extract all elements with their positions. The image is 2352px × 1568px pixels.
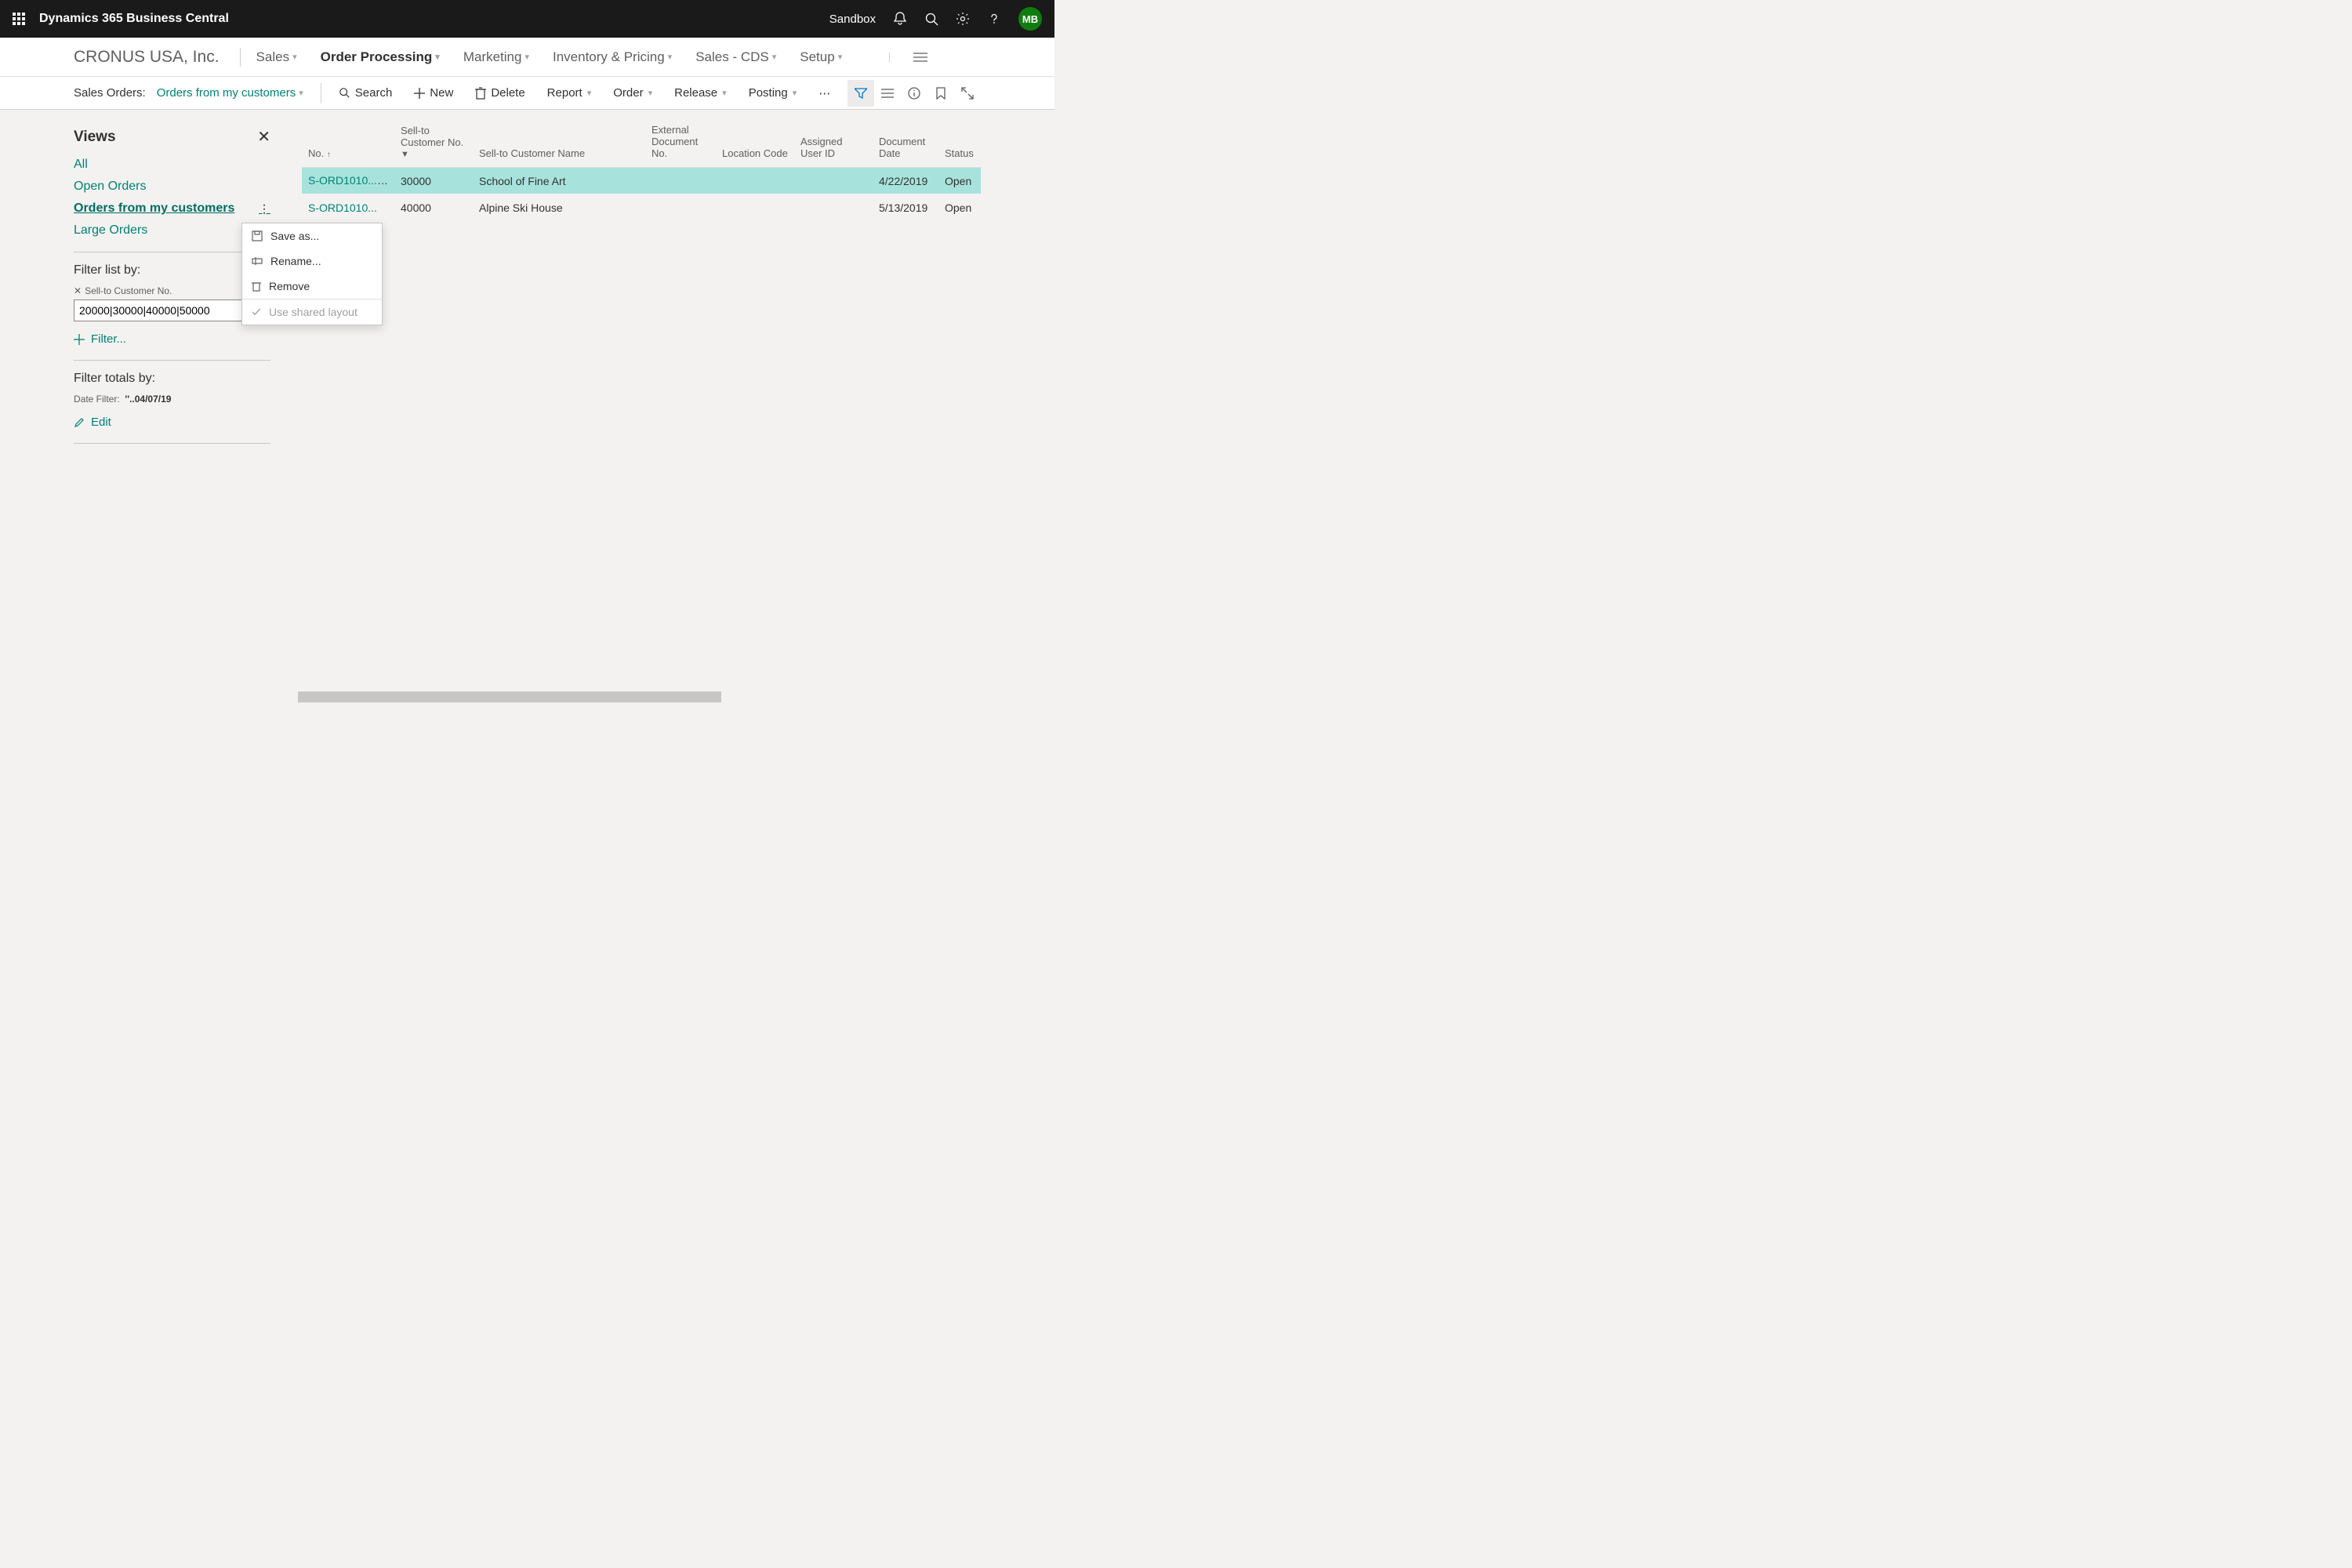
col-status[interactable]: Status — [938, 147, 981, 159]
remove-filter-icon[interactable]: ✕ — [74, 285, 82, 296]
filter-pane-toggle[interactable] — [848, 80, 874, 107]
product-title: Dynamics 365 Business Central — [39, 12, 229, 26]
plus-icon — [74, 334, 85, 345]
search-action[interactable]: Search — [339, 86, 393, 100]
report-menu[interactable]: Report▾ — [547, 86, 592, 100]
ctx-rename[interactable]: Rename... — [242, 249, 382, 274]
search-icon[interactable] — [924, 12, 938, 26]
nav-tabs: Sales▾ Order Processing▾ Marketing▾ Inve… — [256, 49, 928, 65]
trash-icon — [475, 87, 486, 100]
cell-date: 4/22/2019 — [873, 175, 938, 187]
filter-totalsby-heading: Filter totals by: — [74, 372, 270, 386]
table-row[interactable]: S-ORD1010... ⋮ 30000 School of Fine Art … — [302, 168, 981, 194]
view-open-orders[interactable]: Open Orders — [74, 180, 270, 194]
search-icon — [339, 87, 350, 99]
app-launcher-icon[interactable] — [13, 13, 25, 25]
grid-header: No. ↑ Sell-to Customer No.▼ Sell-to Cust… — [302, 119, 981, 168]
nav-tab-sales[interactable]: Sales▾ — [256, 49, 297, 65]
nav-tab-order-processing[interactable]: Order Processing▾ — [321, 49, 440, 65]
navbar: CRONUS USA, Inc. Sales▾ Order Processing… — [0, 38, 1054, 77]
ellipsis-icon: ⋯ — [818, 86, 830, 100]
sort-asc-icon: ↑ — [327, 151, 331, 159]
notification-icon[interactable] — [893, 12, 907, 26]
horizontal-scrollbar[interactable] — [298, 691, 721, 702]
views-heading: Views — [74, 129, 116, 146]
view-context-menu: Save as... Rename... Remove Use shared l… — [241, 223, 383, 325]
chevron-down-icon: ▾ — [772, 52, 777, 62]
more-actions[interactable]: ⋯ — [818, 86, 830, 100]
cell-cust: 40000 — [394, 201, 473, 214]
ctx-remove[interactable]: Remove — [242, 274, 382, 299]
toolbar: Sales Orders: Orders from my customers ▾… — [0, 77, 1054, 110]
filter-icon: ▼ — [401, 150, 466, 159]
delete-button[interactable]: Delete — [475, 86, 524, 100]
chevron-down-icon: ▾ — [648, 88, 653, 98]
nav-more-icon[interactable] — [889, 53, 927, 62]
new-button[interactable]: New — [414, 86, 453, 100]
save-icon — [252, 230, 263, 241]
cell-name: Alpine Ski House — [473, 201, 645, 214]
page-title: Sales Orders: — [74, 86, 146, 100]
view-all[interactable]: All — [74, 158, 270, 172]
cell-date: 5/13/2019 — [873, 201, 938, 214]
chevron-down-icon: ▾ — [299, 88, 303, 98]
info-icon[interactable] — [901, 80, 927, 107]
settings-icon[interactable] — [956, 12, 970, 26]
topbar: Dynamics 365 Business Central Sandbox MB — [0, 0, 1054, 38]
chevron-down-icon: ▾ — [722, 88, 727, 98]
col-sellto-name[interactable]: Sell-to Customer Name — [473, 147, 645, 159]
order-menu[interactable]: Order▾ — [613, 86, 652, 100]
company-name[interactable]: CRONUS USA, Inc. — [74, 48, 241, 67]
col-doc-date[interactable]: Document Date — [873, 136, 938, 159]
ctx-save-as[interactable]: Save as... — [242, 223, 382, 249]
chevron-down-icon: ▾ — [838, 52, 843, 62]
release-menu[interactable]: Release▾ — [674, 86, 727, 100]
chevron-down-icon: ▾ — [524, 52, 529, 62]
check-icon — [252, 308, 261, 316]
view-select[interactable]: Orders from my customers ▾ — [157, 86, 303, 100]
data-grid: No. ↑ Sell-to Customer No.▼ Sell-to Cust… — [302, 119, 981, 455]
chevron-down-icon: ▾ — [793, 88, 797, 98]
bookmark-icon[interactable] — [927, 80, 954, 107]
chevron-down-icon: ▾ — [435, 52, 440, 62]
help-icon[interactable] — [987, 12, 1001, 26]
filter-value-input[interactable] — [74, 299, 267, 321]
nav-tab-inventory[interactable]: Inventory & Pricing▾ — [553, 49, 672, 65]
cell-name: School of Fine Art — [473, 175, 645, 187]
pencil-icon — [74, 417, 85, 428]
order-no-link[interactable]: S-ORD1010... — [308, 201, 377, 214]
nav-tab-marketing[interactable]: Marketing▾ — [463, 49, 529, 65]
col-external-doc[interactable]: External Document No. — [645, 124, 716, 159]
cell-cust: 30000 — [394, 175, 473, 187]
col-assigned-user[interactable]: Assigned User ID — [794, 136, 873, 159]
posting-menu[interactable]: Posting▾ — [749, 86, 797, 100]
add-filter-button[interactable]: Filter... — [74, 332, 270, 346]
cell-status: Open — [938, 175, 981, 187]
ctx-shared-layout: Use shared layout — [242, 299, 382, 325]
edit-totals-button[interactable]: Edit — [74, 416, 270, 429]
nav-tab-sales-cds[interactable]: Sales - CDS▾ — [695, 49, 776, 65]
nav-tab-setup[interactable]: Setup▾ — [800, 49, 842, 65]
date-filter-display: Date Filter: ''..04/07/19 — [74, 394, 270, 405]
plus-icon — [414, 88, 425, 99]
table-row[interactable]: S-ORD1010... 40000 Alpine Ski House 5/13… — [302, 194, 981, 221]
cell-status: Open — [938, 201, 981, 214]
col-sellto-cust[interactable]: Sell-to Customer No.▼ — [394, 125, 473, 159]
chevron-down-icon: ▾ — [587, 88, 592, 98]
order-no-link[interactable]: S-ORD1010... — [308, 174, 388, 187]
rename-icon — [252, 256, 263, 266]
list-view-icon[interactable] — [874, 80, 901, 107]
trash-icon — [252, 281, 261, 292]
expand-icon[interactable] — [954, 80, 981, 107]
user-avatar[interactable]: MB — [1018, 7, 1042, 31]
col-location[interactable]: Location Code — [716, 147, 794, 159]
chevron-down-icon: ▾ — [668, 52, 673, 62]
environment-badge: Sandbox — [829, 13, 876, 26]
chevron-down-icon: ▾ — [292, 52, 297, 62]
view-options-icon[interactable]: ⋮ — [259, 202, 270, 216]
close-icon[interactable]: ✕ — [257, 127, 270, 147]
view-orders-my-customers[interactable]: Orders from my customers ⋮ — [74, 201, 270, 216]
col-no[interactable]: No. ↑ — [302, 147, 394, 159]
